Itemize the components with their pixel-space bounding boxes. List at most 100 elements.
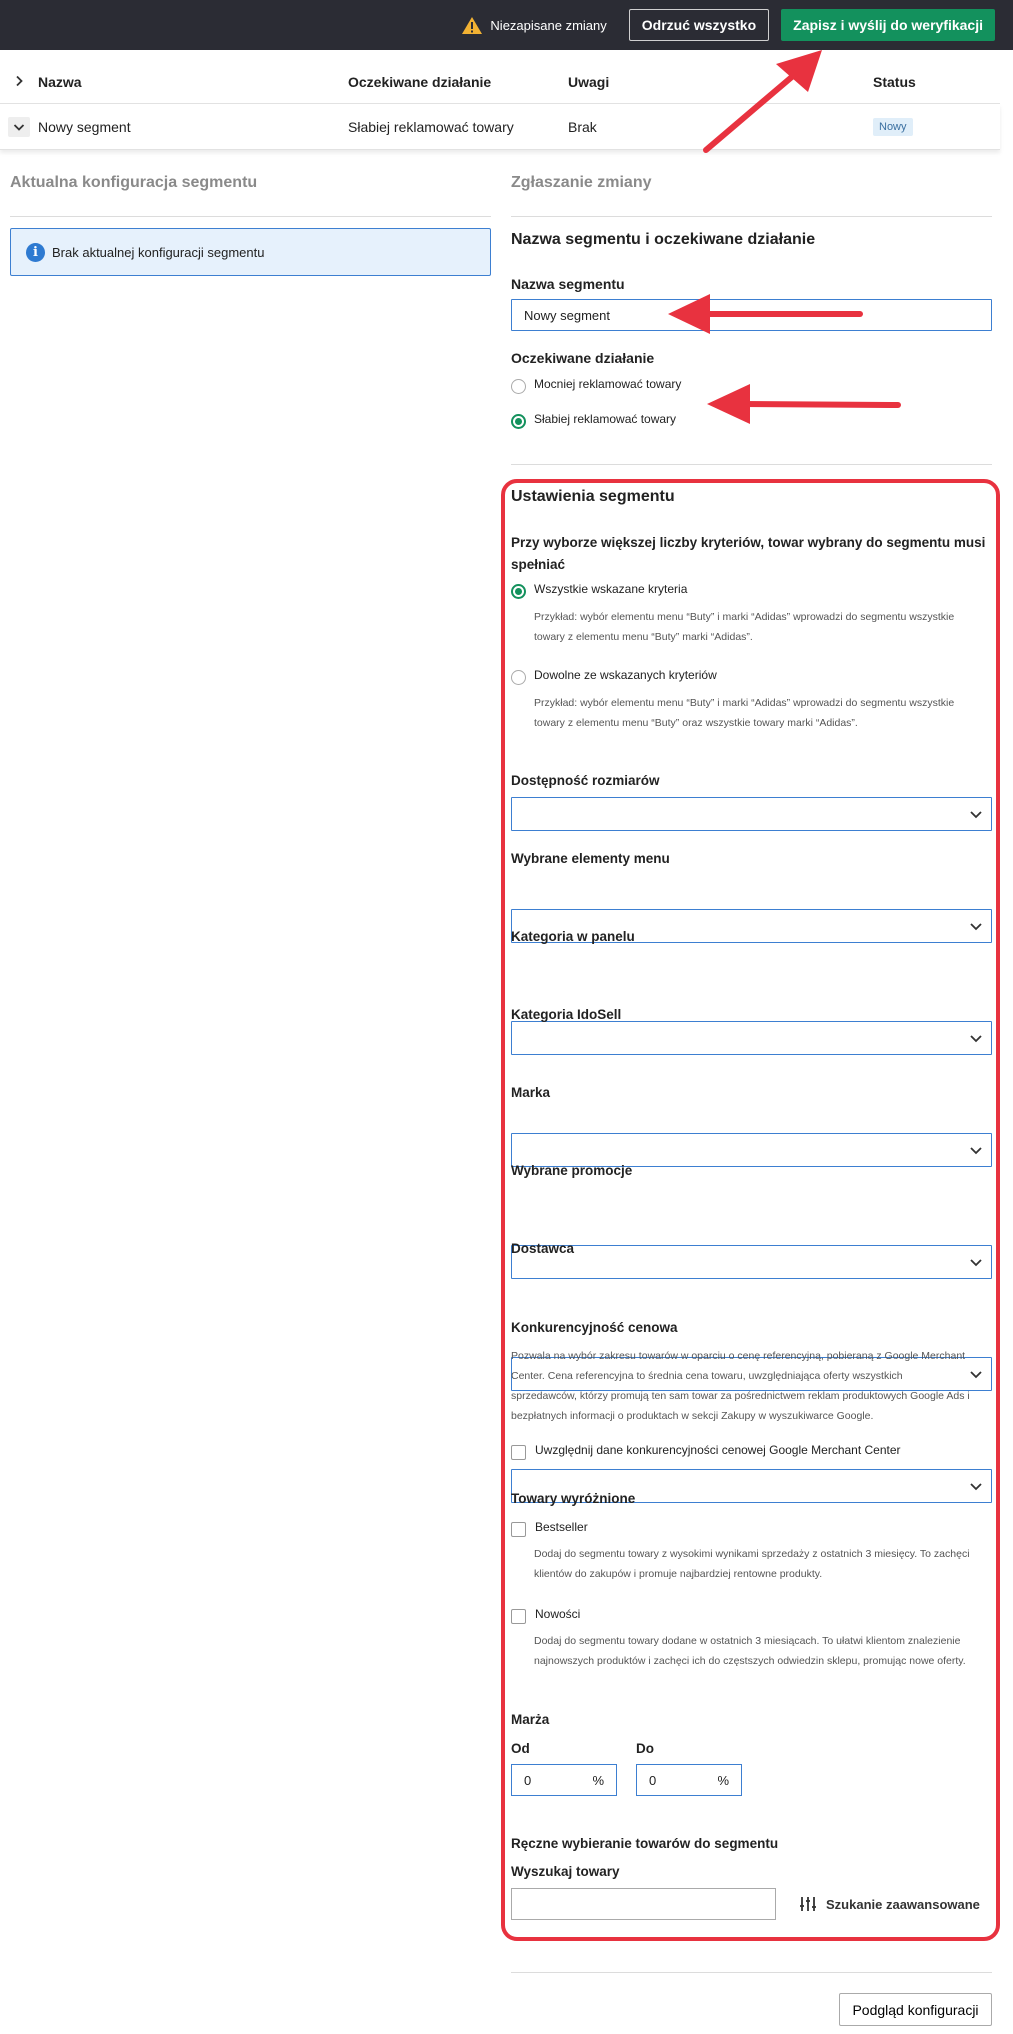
unsaved-changes-indicator: Niezapisane zmiany xyxy=(461,16,607,35)
discard-all-button[interactable]: Odrzuć wszystko xyxy=(628,9,770,41)
chevron-down-icon xyxy=(969,1031,983,1050)
chevron-down-icon xyxy=(969,1255,983,1274)
radio-button-selected[interactable] xyxy=(511,414,526,429)
criteria-all-description: Przykład: wybór elementu menu “Buty” i m… xyxy=(534,607,994,647)
top-bar: Niezapisane zmiany Odrzuć wszystko Zapis… xyxy=(0,0,1013,50)
margin-title: Marża xyxy=(511,1712,550,1727)
radio-option-all-criteria[interactable]: Wszystkie wskazane kryteria xyxy=(511,582,992,599)
row-notes: Brak xyxy=(568,118,597,135)
chevron-down-icon xyxy=(969,807,983,826)
column-header-status: Status xyxy=(873,73,916,90)
percent-suffix: % xyxy=(592,1772,604,1788)
search-products-input[interactable] xyxy=(511,1888,776,1920)
checkbox-label: Uwzględnij dane konkurencyjności cenowej… xyxy=(535,1443,901,1457)
chevron-right-icon xyxy=(13,74,25,90)
advanced-search-button[interactable]: Szukanie zaawansowane xyxy=(799,1895,999,1913)
search-products-label: Wyszukaj towary xyxy=(511,1864,620,1879)
margin-from-label: Od xyxy=(511,1741,530,1756)
input-value: 0 xyxy=(524,1772,532,1788)
unsaved-changes-label: Niezapisane zmiany xyxy=(490,17,607,33)
table-header: Nazwa Oczekiwane działanie Uwagi Status xyxy=(0,60,1000,104)
radio-option-boost[interactable]: Mocniej reklamować towary xyxy=(511,377,992,394)
row-action: Słabiej reklamować towary xyxy=(348,118,514,135)
criteria-label: Przy wyborze większej liczby kryteriów, … xyxy=(511,535,986,572)
description-line: towary z elementu menu “Buty” marki “Adi… xyxy=(534,631,753,643)
size-availability-select[interactable] xyxy=(511,797,992,831)
price-competitiveness-description: Pozwala na wybór zakresu towarów w oparc… xyxy=(511,1346,992,1426)
expected-action-label: Oczekiwane działanie xyxy=(511,350,655,366)
menu-elements-label: Wybrane elementy menu xyxy=(511,851,670,866)
description-line: Przykład: wybór elementu menu “Buty” i m… xyxy=(534,611,955,623)
column-header-action: Oczekiwane działanie xyxy=(348,73,492,90)
segment-name-label: Nazwa segmentu xyxy=(511,276,625,292)
current-config-title: Aktualna konfiguracja segmentu xyxy=(10,174,258,191)
description-line: Przykład: wybór elementu menu “Buty” i m… xyxy=(534,697,955,709)
news-option[interactable]: Nowości xyxy=(511,1607,992,1624)
bestseller-option[interactable]: Bestseller xyxy=(511,1520,992,1537)
margin-to-label: Do xyxy=(636,1741,654,1756)
radio-button[interactable] xyxy=(511,670,526,685)
radio-label: Słabiej reklamować towary xyxy=(534,412,677,426)
margin-from-input[interactable]: 0 % xyxy=(511,1764,617,1796)
advanced-search-label: Szukanie zaawansowane xyxy=(826,1896,980,1912)
checkbox-label: Nowości xyxy=(535,1607,581,1621)
description-line: sprzedawców, którzy promują ten sam towa… xyxy=(511,1390,970,1402)
divider xyxy=(511,216,992,217)
description-line: Dodaj do segmentu towary z wysokimi wyni… xyxy=(534,1548,970,1560)
radio-label: Dowolne ze wskazanych kryteriów xyxy=(534,668,717,682)
preview-config-button[interactable]: Podgląd konfiguracji xyxy=(839,1993,992,2026)
size-availability-label: Dostępność rozmiarów xyxy=(511,773,660,788)
description-line: Dodaj do segmentu towary dodane w ostatn… xyxy=(534,1635,961,1647)
divider xyxy=(10,216,491,217)
checkbox[interactable] xyxy=(511,1609,526,1624)
description-line: klientów do zakupów i promuje najbardzie… xyxy=(534,1568,823,1580)
percent-suffix: % xyxy=(717,1772,729,1788)
save-and-submit-button[interactable]: Zapisz i wyślij do weryfikacji xyxy=(781,9,995,41)
featured-products-title: Towary wyróżnione xyxy=(511,1491,636,1506)
segment-settings-title: Ustawienia segmentu xyxy=(511,488,675,505)
description-line: Center. Cena referencyjna to średnia cen… xyxy=(511,1370,903,1382)
expand-all-toggle[interactable] xyxy=(0,74,38,90)
no-config-message: Brak aktualnej konfiguracji segmentu xyxy=(52,244,265,260)
promotions-label: Wybrane promocje xyxy=(511,1163,633,1178)
idosell-category-label: Kategoria IdoSell xyxy=(511,1007,622,1022)
manual-selection-title: Ręczne wybieranie towarów do segmentu xyxy=(511,1836,779,1851)
warning-icon xyxy=(461,16,483,35)
row-name: Nowy segment xyxy=(38,118,131,135)
price-competitiveness-option[interactable]: Uwzględnij dane konkurencyjności cenowej… xyxy=(511,1443,992,1460)
idosell-category-select[interactable] xyxy=(511,1133,992,1167)
chevron-down-icon xyxy=(8,116,30,137)
info-icon: i xyxy=(26,242,45,262)
column-header-name: Nazwa xyxy=(38,73,82,90)
panel-category-label: Kategoria w panelu xyxy=(511,929,635,944)
description-line: bezpłatnych informacji o produktach w se… xyxy=(511,1410,874,1422)
radio-button-selected[interactable] xyxy=(511,584,526,599)
radio-label: Wszystkie wskazane kryteria xyxy=(534,582,688,596)
checkbox-label: Bestseller xyxy=(535,1520,588,1534)
row-status: Nowy xyxy=(873,117,993,136)
radio-button[interactable] xyxy=(511,379,526,394)
brand-label: Marka xyxy=(511,1085,551,1100)
change-request-title: Zgłaszanie zmiany xyxy=(511,174,652,191)
checkbox[interactable] xyxy=(511,1522,526,1537)
name-section-title: Nazwa segmentu i oczekiwane działanie xyxy=(511,231,816,248)
segment-name-input[interactable]: Nowy segment xyxy=(511,299,992,331)
sliders-icon xyxy=(799,1895,817,1913)
panel-category-select[interactable] xyxy=(511,1021,992,1055)
margin-to-input[interactable]: 0 % xyxy=(636,1764,742,1796)
radio-option-any-criteria[interactable]: Dowolne ze wskazanych kryteriów xyxy=(511,668,992,685)
input-value: 0 xyxy=(649,1772,657,1788)
criteria-any-description: Przykład: wybór elementu menu “Buty” i m… xyxy=(534,693,994,733)
price-competitiveness-title: Konkurencyjność cenowa xyxy=(511,1320,678,1335)
bestseller-description: Dodaj do segmentu towary z wysokimi wyni… xyxy=(534,1544,994,1584)
radio-option-reduce[interactable]: Słabiej reklamować towary xyxy=(511,412,992,429)
checkbox[interactable] xyxy=(511,1445,526,1460)
radio-label: Mocniej reklamować towary xyxy=(534,377,682,391)
supplier-label: Dostawca xyxy=(511,1241,575,1256)
table-row[interactable]: Nowy segment Słabiej reklamować towary B… xyxy=(0,104,1000,150)
column-header-notes: Uwagi xyxy=(568,73,610,90)
description-line: Pozwala na wybór zakresu towarów w oparc… xyxy=(511,1350,966,1362)
status-badge: Nowy xyxy=(873,118,913,136)
divider xyxy=(511,1972,992,1973)
row-collapse-toggle[interactable] xyxy=(0,116,38,137)
